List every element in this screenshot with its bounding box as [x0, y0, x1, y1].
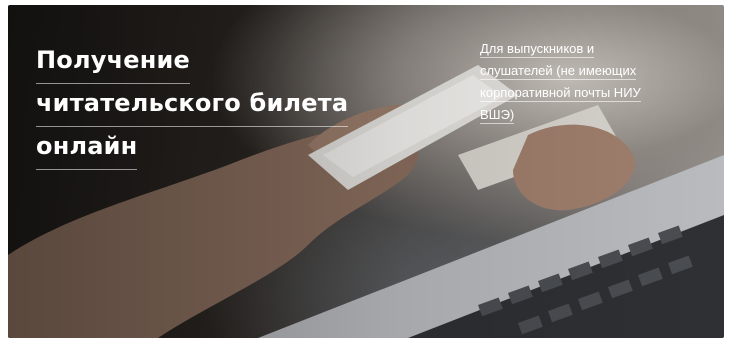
- banner-subtitle-line: корпоративной почты НИУ: [480, 85, 641, 102]
- banner-subtitle[interactable]: Для выпускников и слушателей (не имеющих…: [480, 38, 710, 126]
- banner-title[interactable]: Получение читательского билета онлайн: [36, 39, 416, 170]
- banner-subtitle-line: ВШЭ): [480, 107, 515, 124]
- banner-subtitle-line: Для выпускников и: [480, 41, 595, 58]
- banner-title-line: читательского билета: [36, 82, 349, 127]
- banner-title-line: Получение: [36, 39, 191, 84]
- banner-subtitle-line: слушателей (не имеющих: [480, 63, 637, 80]
- banner-title-line: онлайн: [36, 125, 138, 170]
- online-library-card-banner[interactable]: Получение читательского билета онлайн Дл…: [8, 5, 724, 338]
